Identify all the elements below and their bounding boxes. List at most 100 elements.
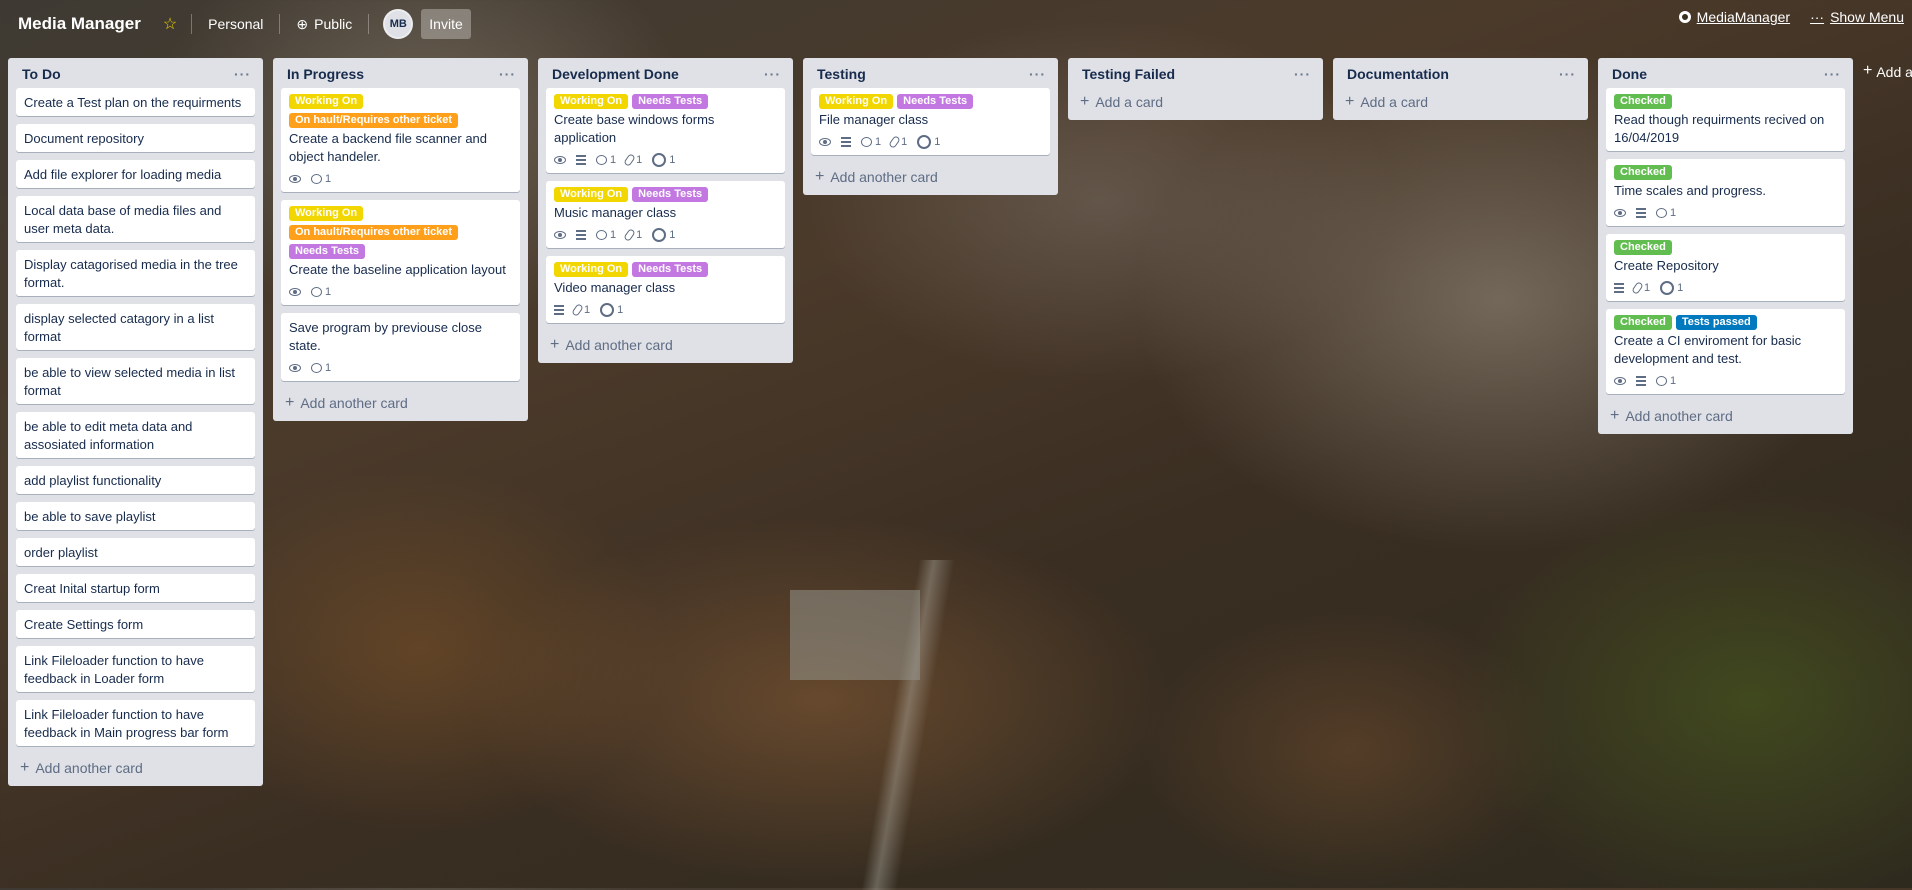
avatar[interactable]: MB	[383, 9, 414, 39]
list-header: Testing ···	[803, 58, 1058, 88]
card[interactable]: Working On Needs Tests Music manager class…	[546, 181, 785, 248]
list-title[interactable]: Documentation	[1347, 66, 1449, 82]
comment-icon	[596, 155, 607, 165]
card[interactable]: Link Fileloader function to have feedbac…	[16, 700, 255, 746]
invite-button[interactable]: Invite	[421, 9, 471, 39]
card[interactable]: be able to edit meta data and assosiated…	[16, 412, 255, 458]
card[interactable]: add playlist functionality	[16, 466, 255, 494]
list-title[interactable]: Done	[1612, 66, 1647, 82]
add-list-button[interactable]: +Add another list	[1863, 58, 1912, 86]
star-icon[interactable]: ☆	[157, 9, 183, 39]
card-badges: 1	[289, 283, 512, 301]
badge-count: 1	[901, 136, 908, 148]
list-title[interactable]: Development Done	[552, 66, 679, 82]
plus-icon: +	[20, 759, 30, 776]
list-header: Development Done ···	[538, 58, 793, 88]
card-label[interactable]: On hault/Requires other ticket	[289, 225, 459, 240]
card-label[interactable]: Needs Tests	[632, 187, 709, 202]
card[interactable]: Document repository	[16, 124, 255, 152]
card-label[interactable]: Needs Tests	[289, 244, 365, 259]
card-title: be able to save playlist	[24, 509, 156, 524]
card-label[interactable]: On hault/Requires other ticket	[289, 113, 459, 128]
public-visibility-button[interactable]: ⊕ Public	[288, 9, 360, 39]
card[interactable]: Create a Test plan on the requirments	[16, 88, 255, 116]
card[interactable]: Checked Read though requirments recived o…	[1606, 88, 1845, 151]
card-label[interactable]: Working On	[289, 94, 364, 109]
card[interactable]: Working On Needs Tests Video manager class…	[546, 256, 785, 323]
card-title: add playlist functionality	[24, 473, 162, 488]
list-menu-icon[interactable]: ···	[1029, 66, 1046, 82]
comment-icon	[311, 363, 322, 373]
eye-icon	[1614, 377, 1626, 385]
card-label[interactable]: Working On	[554, 94, 629, 109]
card[interactable]: Save program by previouse close state. 1	[281, 313, 520, 381]
card[interactable]: Working On Needs Tests Create base windows…	[546, 88, 785, 173]
card-title: File manager class	[819, 112, 929, 127]
card[interactable]: order playlist	[16, 538, 255, 566]
board-title[interactable]: Media Manager	[18, 14, 141, 34]
add-card-button[interactable]: + Add a card	[1068, 88, 1323, 116]
list-menu-icon[interactable]: ···	[234, 66, 251, 82]
attachment-icon	[1631, 281, 1644, 295]
comment-icon	[311, 174, 322, 184]
list-menu-icon[interactable]: ···	[499, 66, 516, 82]
card-label[interactable]: Checked	[1614, 165, 1672, 180]
card[interactable]: Local data base of media files and user …	[16, 196, 255, 242]
add-card-button[interactable]: + Add another card	[538, 331, 793, 359]
card-badges: 11	[1614, 279, 1837, 297]
card-label[interactable]: Needs Tests	[632, 262, 709, 277]
card-label[interactable]: Working On	[819, 94, 894, 109]
list-menu-icon[interactable]: ···	[764, 66, 781, 82]
card[interactable]: Display catagorised media in the tree fo…	[16, 250, 255, 296]
card[interactable]: Checked Tests passed Create a CI enviromen…	[1606, 309, 1845, 394]
list-menu-icon[interactable]: ···	[1559, 66, 1576, 82]
card[interactable]: be able to save playlist	[16, 502, 255, 530]
card[interactable]: Checked Create Repository 1 1	[1606, 234, 1845, 301]
card[interactable]: Create Settings form	[16, 610, 255, 638]
comment-badge: 1	[1656, 372, 1676, 390]
header-divider	[279, 14, 281, 34]
card[interactable]: display selected catagory in a list form…	[16, 304, 255, 350]
list-title[interactable]: Testing Failed	[1082, 66, 1175, 82]
card-label[interactable]: Checked	[1614, 240, 1672, 255]
add-card-button[interactable]: + Add another card	[273, 389, 528, 417]
card[interactable]: Creat Inital startup form	[16, 574, 255, 602]
list-title[interactable]: To Do	[22, 66, 61, 82]
card[interactable]: Working On On hault/Requires other ticket…	[281, 200, 520, 305]
card-label[interactable]: Tests passed	[1675, 315, 1757, 330]
comment-icon	[861, 137, 872, 147]
card[interactable]: Working On On hault/Requires other ticket…	[281, 88, 520, 192]
card-label[interactable]: Needs Tests	[897, 94, 974, 109]
badge-count: 1	[617, 304, 624, 316]
eye-icon	[289, 288, 301, 296]
card-label[interactable]: Checked	[1614, 94, 1672, 109]
github-powerup-link[interactable]: MediaManager	[1678, 9, 1790, 25]
add-card-button[interactable]: + Add another card	[1598, 402, 1853, 430]
list-done: Done ··· Checked Read though requirments re…	[1598, 58, 1853, 434]
add-card-button[interactable]: + Add another card	[8, 754, 263, 782]
list-menu-icon[interactable]: ···	[1294, 66, 1311, 82]
team-visibility-button[interactable]: Personal	[200, 9, 271, 39]
card-label[interactable]: Working On	[554, 262, 629, 277]
list-menu-icon[interactable]: ···	[1824, 66, 1841, 82]
list-title[interactable]: In Progress	[287, 66, 364, 82]
card-label[interactable]: Needs Tests	[632, 94, 709, 109]
card-label[interactable]: Working On	[554, 187, 629, 202]
badge-count: 1	[1670, 207, 1677, 219]
card-title: order playlist	[24, 545, 98, 560]
card-label[interactable]: Checked	[1614, 315, 1672, 330]
card[interactable]: Working On Needs Tests File manager class 1…	[811, 88, 1050, 155]
card[interactable]: Link Fileloader function to have feedbac…	[16, 646, 255, 692]
card[interactable]: Add file explorer for loading media	[16, 160, 255, 188]
card[interactable]: be able to view selected media in list f…	[16, 358, 255, 404]
badge-count: 1	[325, 362, 332, 374]
card-label[interactable]: Working On	[289, 206, 364, 221]
card-title: Time scales and progress.	[1614, 183, 1766, 198]
card[interactable]: Checked Time scales and progress. 1	[1606, 159, 1845, 226]
show-menu-button[interactable]: ··· Show Menu	[1810, 9, 1904, 25]
add-card-button[interactable]: + Add another card	[803, 163, 1058, 191]
add-card-button[interactable]: + Add a card	[1333, 88, 1588, 116]
card-title: display selected catagory in a list form…	[24, 311, 215, 344]
list-title[interactable]: Testing	[817, 66, 866, 82]
card-badges: 1 1 1	[554, 151, 777, 169]
